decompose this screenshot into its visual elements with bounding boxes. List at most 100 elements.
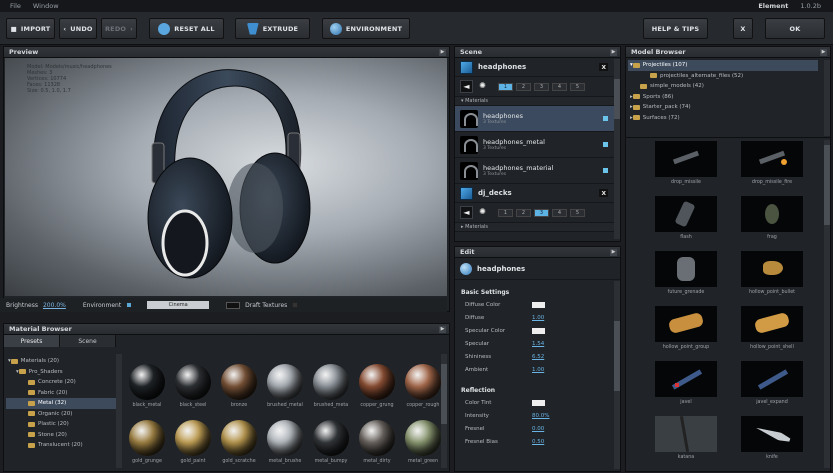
tree-item-selected[interactable]: ▾ Projectiles (107) [628,60,818,71]
panel-expand-icon[interactable]: ▶ [439,49,446,56]
redo-button[interactable]: REDO › [101,18,137,39]
model-thumb[interactable]: frag [729,196,815,251]
color-swatch[interactable] [532,301,545,308]
scene-scrollbar[interactable] [614,59,620,239]
panel-expand-icon[interactable]: ▶ [610,249,617,256]
environment-select[interactable]: Cinema [147,301,210,309]
layer-button[interactable]: 2 [516,82,531,91]
tree-item[interactable]: simple_models (42) [628,81,818,92]
material-checkbox[interactable] [603,116,608,121]
panel-expand-icon[interactable]: ▶ [610,49,617,56]
layer-button[interactable]: 1 [498,208,513,217]
model-thumb[interactable]: hollow_point_bullet [729,251,815,306]
brightness-value[interactable]: 200.0% [43,302,66,309]
pointer-icon[interactable]: ◄ [460,80,473,93]
material-thumb[interactable]: bronze [217,361,261,417]
extrude-button[interactable]: EXTRUDE [235,18,310,39]
scene-material-item[interactable]: headphones_material 3 Textures [455,158,620,184]
material-thumb[interactable]: black_steel [171,361,215,417]
layer-button[interactable]: 1 [498,82,513,91]
tree-item-selected[interactable]: Metal (32) [6,398,116,409]
material-thumb[interactable]: brushed_meta [309,361,353,417]
tab-presets[interactable]: Presets [4,335,60,347]
model-thumb[interactable]: drop_missile_fire [729,141,815,196]
close-icon[interactable]: x [599,63,608,71]
material-thumb[interactable]: gold_paint [171,417,215,473]
scene-object-headphones[interactable]: headphones x [455,58,620,77]
draft-textures-checkbox[interactable] [292,302,299,308]
tab-scene[interactable]: Scene [60,335,116,347]
material-thumb[interactable]: metal_brushe [263,417,307,473]
model-thumb[interactable]: future_grenade [643,251,729,306]
tree-item[interactable]: Organic (20) [6,409,116,420]
material-thumb[interactable]: metal_bumpy [309,417,353,473]
model-thumb[interactable]: hollow_point_group [643,306,729,361]
close-icon[interactable]: x [599,189,608,197]
material-thumb[interactable]: copper_rough [401,361,445,417]
material-thumb[interactable]: metal_green [401,417,445,473]
model-tree-scrollbar[interactable] [824,60,830,136]
layer-button[interactable]: 4 [552,208,567,217]
layer-button[interactable]: 3 [534,82,549,91]
3d-viewport[interactable]: Model: Models/music/headphones Meshes: 3… [5,58,447,296]
tree-item[interactable]: Translucent (20) [6,440,116,451]
import-button[interactable]: ■ IMPORT [6,18,55,39]
materials-subheader[interactable]: ▾ Materials [455,97,620,106]
materials-subheader[interactable]: ▸ Materials [455,223,620,232]
tree-item[interactable]: Stone (20) [6,430,116,441]
environment-checkbox[interactable] [126,302,133,308]
scene-material-item[interactable]: headphones 3 Textures [455,106,620,132]
ok-button[interactable]: OK [765,18,825,39]
color-swatch[interactable] [532,327,545,334]
layer-button[interactable]: 4 [552,82,567,91]
menu-window[interactable]: Window [33,2,59,10]
material-checkbox[interactable] [603,142,608,147]
tree-item[interactable]: projectiles_alternate_files (52) [628,71,818,82]
material-thumb[interactable]: metal_dirty [355,417,399,473]
material-sphere [405,364,441,400]
material-thumb[interactable]: black_metal [125,361,169,417]
sun-icon[interactable]: ✺ [476,80,489,93]
model-thumb[interactable]: knife [729,416,815,471]
environment-button[interactable]: ENVIRONMENT [322,18,410,39]
help-tips-button[interactable]: HELP & TIPS [643,18,708,39]
tree-item[interactable]: ▸ Sports (86) [628,92,818,103]
tree-item[interactable]: ▸ Starter_pack (74) [628,102,818,113]
tree-item[interactable]: Fabric (20) [6,388,116,399]
material-thumb[interactable]: gold_grunge [125,417,169,473]
model-thumb[interactable]: hollow_point_shell [729,306,815,361]
edit-scrollbar[interactable] [614,281,620,469]
tree-item[interactable]: Concrete (20) [6,377,116,388]
layer-button[interactable]: 5 [570,208,585,217]
layer-button[interactable]: 3 [534,208,549,217]
sun-icon[interactable]: ✺ [476,206,489,219]
background-color-swatch[interactable] [226,301,241,309]
tree-item[interactable]: ▾ Pro_Shaders [6,367,116,378]
model-thumb[interactable]: drop_missile [643,141,729,196]
model-thumb[interactable]: javel_expand [729,361,815,416]
color-swatch[interactable] [532,399,545,406]
model-thumb[interactable]: katana [643,416,729,471]
tree-scrollbar[interactable] [116,354,122,468]
material-checkbox[interactable] [603,168,608,173]
undo-button[interactable]: ‹ UNDO [59,18,97,39]
layer-button[interactable]: 2 [516,208,531,217]
model-thumb[interactable]: flash [643,196,729,251]
material-thumb[interactable]: copper_grung [355,361,399,417]
scene-material-item[interactable]: headphones_metal 3 Textures [455,132,620,158]
scene-object-dj-decks[interactable]: dj_decks x [455,184,620,203]
tree-item[interactable]: ▾ Materials (20) [6,356,116,367]
close-button[interactable]: X [733,18,753,39]
model-scrollbar[interactable] [824,140,830,468]
material-thumb[interactable]: gold_scratche [217,417,261,473]
tree-item[interactable]: ▸ Surfaces (72) [628,113,818,124]
tree-item[interactable]: Plastic (20) [6,419,116,430]
material-thumb[interactable]: brushed_metal [263,361,307,417]
menu-file[interactable]: File [10,2,21,10]
pointer-icon[interactable]: ◄ [460,206,473,219]
layer-button[interactable]: 5 [570,82,585,91]
reset-all-button[interactable]: RESET ALL [149,18,224,39]
model-thumb[interactable]: javel [643,361,729,416]
panel-expand-icon[interactable]: ▶ [439,326,446,333]
panel-expand-icon[interactable]: ▶ [820,49,827,56]
